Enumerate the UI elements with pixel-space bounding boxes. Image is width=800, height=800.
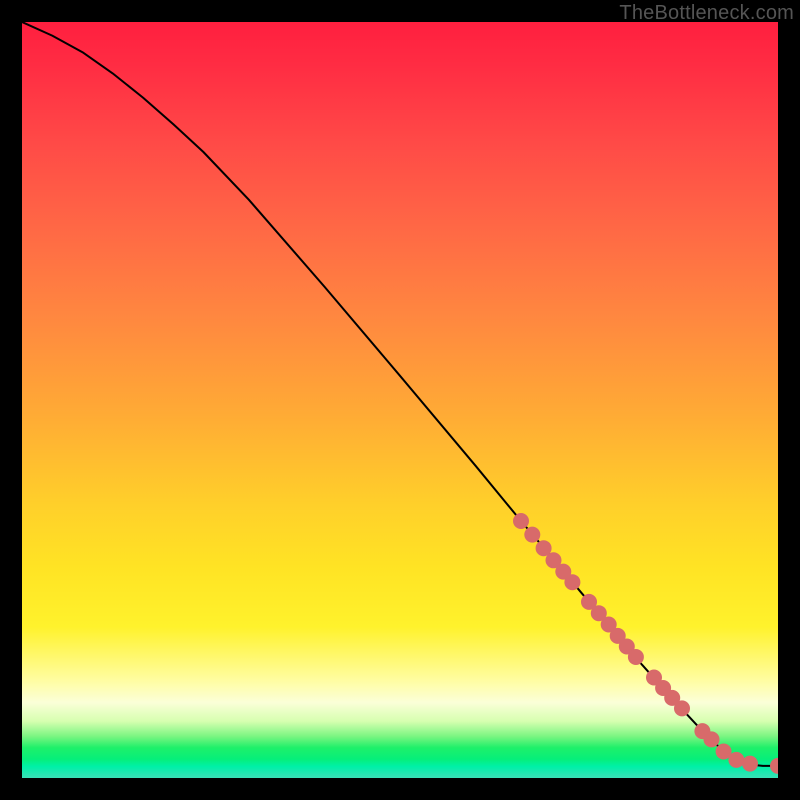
data-point (513, 513, 529, 529)
data-markers (513, 513, 778, 774)
data-point (770, 758, 778, 774)
data-point (742, 756, 758, 772)
watermark-label: TheBottleneck.com (619, 2, 794, 25)
data-point (674, 700, 690, 716)
plot-area (22, 22, 778, 778)
data-point (564, 574, 580, 590)
data-point (524, 527, 540, 543)
data-point (728, 752, 744, 768)
data-point (704, 731, 720, 747)
data-curve (22, 22, 778, 766)
chart-overlay (22, 22, 778, 778)
data-point (628, 649, 644, 665)
chart-frame: TheBottleneck.com (0, 0, 800, 800)
